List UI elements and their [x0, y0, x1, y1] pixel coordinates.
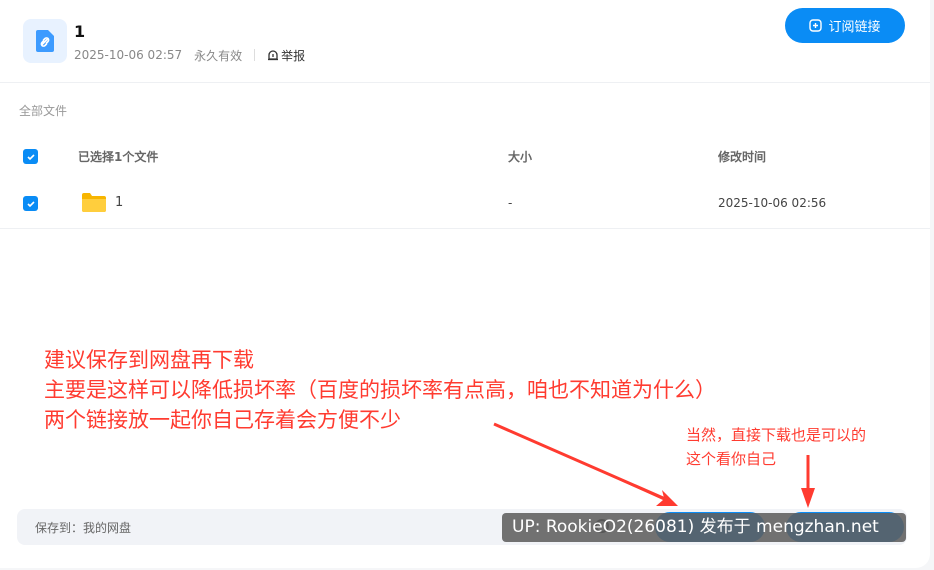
arrow-to-save-icon: [493, 422, 678, 506]
save-destination[interactable]: 保存到：我的网盘: [35, 519, 131, 536]
arrow-to-download-icon: [801, 455, 815, 508]
watermark: UP: RookieO2(26081) 发布于 mengzhan.net: [502, 513, 906, 542]
annotation-arrows: [493, 422, 815, 508]
